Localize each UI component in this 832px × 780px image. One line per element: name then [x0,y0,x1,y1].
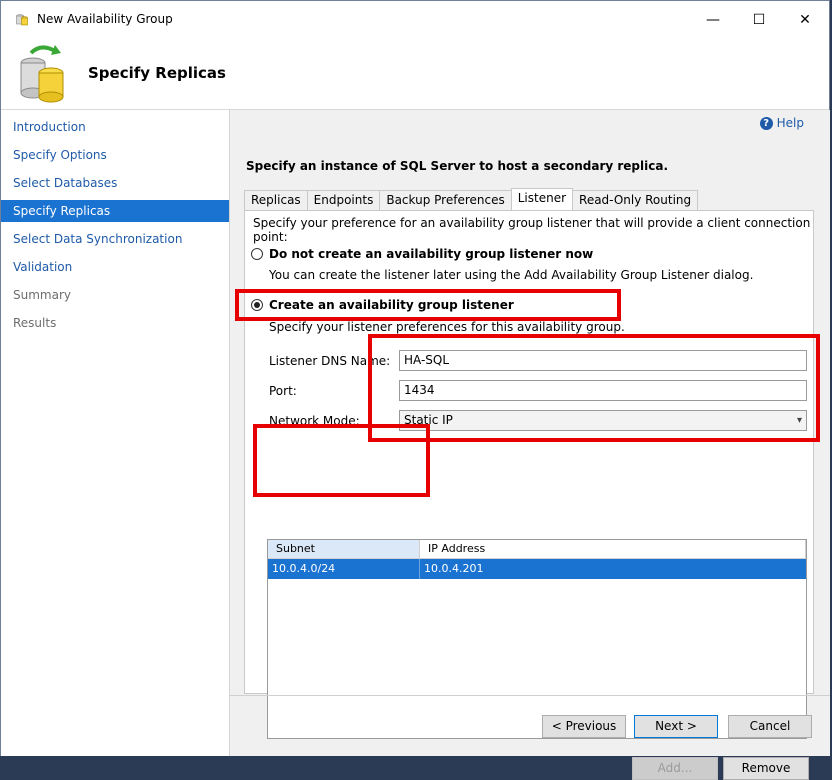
dns-name-input[interactable]: HA-SQL [399,350,807,371]
nav-item-summary: Summary [13,288,71,302]
previous-button[interactable]: < Previous [542,715,626,738]
footer-divider [230,695,830,696]
help-icon: ? [759,116,773,130]
nav-item-introduction[interactable]: Introduction [1,116,229,138]
option-create-listener-label: Create an availability group listener [269,298,514,312]
instruction-text: Specify an instance of SQL Server to hos… [246,159,669,173]
cell-subnet: 10.0.4.0/24 [268,559,420,579]
column-header-ip-address[interactable]: IP Address [420,540,806,558]
app-icon [16,14,28,26]
nav-item-results: Results [13,316,57,330]
nav-item-select-data-synchronization[interactable]: Select Data Synchronization [1,228,229,250]
column-header-subnet[interactable]: Subnet [268,540,420,558]
remove-button[interactable]: Remove [723,757,809,780]
nav-item-select-databases[interactable]: Select Databases [1,172,229,194]
title-bar: New Availability Group — ☐ ✕ [1,1,829,37]
tab-strip: Replicas Endpoints Backup Preferences Li… [244,188,699,210]
nav-item-specify-options[interactable]: Specify Options [1,144,229,166]
dns-name-label: Listener DNS Name: [269,354,391,368]
page-header: Specify Replicas [1,37,829,110]
help-link[interactable]: ? Help [759,116,804,130]
cell-ip-address: 10.0.4.201 [424,562,484,575]
maximize-button[interactable]: ☐ [739,7,779,33]
content-area: ? Help Specify an instance of SQL Server… [230,110,830,780]
option-create-listener-sub: Specify your listener preferences for th… [269,320,625,334]
help-label: Help [776,116,804,130]
tab-endpoints[interactable]: Endpoints [306,190,381,210]
option-no-listener[interactable]: Do not create an availability group list… [251,247,593,261]
tab-listener[interactable]: Listener [510,188,574,210]
table-row[interactable]: 10.0.4.0/24 10.0.4.201 [268,559,806,579]
tab-replicas[interactable]: Replicas [244,190,308,210]
network-mode-select[interactable]: Static IP ▾ [399,410,807,431]
nav-item-specify-replicas[interactable]: Specify Replicas [1,200,229,222]
subnet-ip-grid[interactable]: Subnet IP Address 10.0.4.0/24 10.0.4.201 [267,539,807,739]
close-button[interactable]: ✕ [785,7,825,33]
network-mode-value: Static IP [404,413,453,427]
minimize-button[interactable]: — [693,7,733,33]
cancel-button[interactable]: Cancel [728,715,812,738]
listener-panel: Specify your preference for an availabil… [244,210,814,780]
add-button[interactable]: Add... [632,757,718,780]
radio-no-listener[interactable] [251,248,263,260]
option-create-listener[interactable]: Create an availability group listener [251,298,514,312]
tab-backup-preferences[interactable]: Backup Preferences [379,190,512,210]
chevron-down-icon: ▾ [796,415,802,426]
database-replica-icon [20,45,64,103]
page-title: Specify Replicas [88,64,226,82]
listener-description: Specify your preference for an availabil… [253,216,811,244]
option-no-listener-sub: You can create the listener later using … [269,268,754,282]
wizard-nav: Introduction Specify Options Select Data… [1,110,230,756]
radio-create-listener[interactable] [251,299,263,311]
network-mode-label: Network Mode: [269,414,360,428]
tab-read-only-routing[interactable]: Read-Only Routing [572,190,699,210]
option-no-listener-label: Do not create an availability group list… [269,247,594,261]
window-title: New Availability Group [37,12,173,26]
dialog-window: New Availability Group — ☐ ✕ Specify Rep… [0,0,830,780]
grid-header: Subnet IP Address [268,540,806,559]
next-button[interactable]: Next > [634,715,718,738]
port-label: Port: [269,384,297,398]
nav-item-validation[interactable]: Validation [1,256,229,278]
port-input[interactable]: 1434 [399,380,807,401]
